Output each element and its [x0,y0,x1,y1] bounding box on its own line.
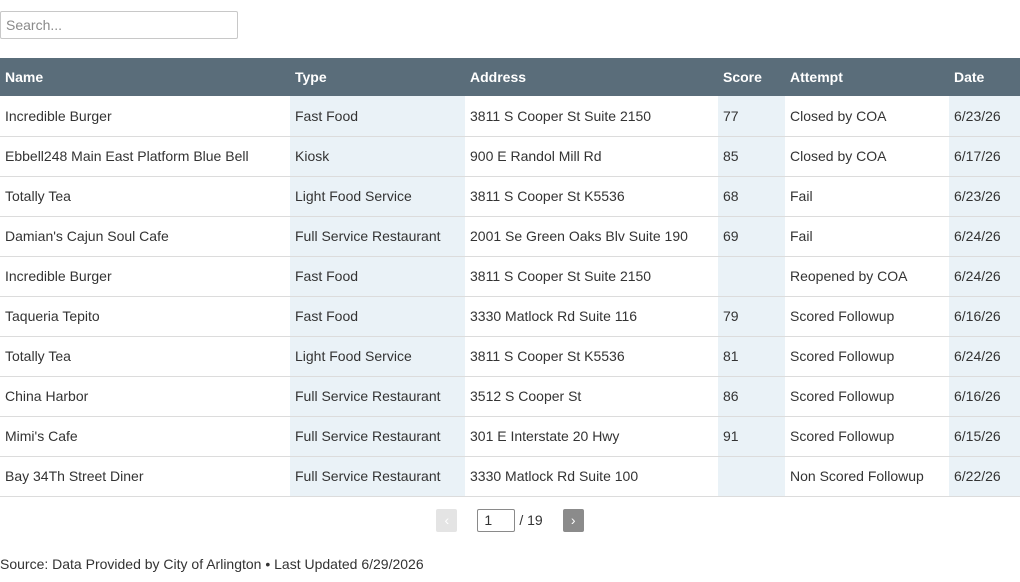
search-container [0,11,238,39]
inspection-table: Name Type Address Score Attempt Date Inc… [0,58,1020,497]
column-header-score[interactable]: Score [718,58,785,96]
cell-name: Totally Tea [0,336,290,377]
cell-attempt: Non Scored Followup [785,456,949,497]
cell-score: 85 [718,136,785,177]
cell-type: Full Service Restaurant [290,456,465,497]
cell-name: Taqueria Tepito [0,296,290,337]
cell-score: 69 [718,216,785,257]
page-number-input[interactable] [477,508,516,532]
table-row[interactable]: Ebbell248 Main East Platform Blue Bell Ki… [0,136,1020,177]
cell-attempt: Fail [785,216,949,257]
cell-address: 3811 S Cooper St Suite 2150 [465,96,718,137]
table-row[interactable]: China Harbor Full Service Restaurant 3512 … [0,376,1020,417]
cell-date: 6/23/26 [949,96,1020,137]
cell-score: 79 [718,296,785,337]
cell-address: 301 E Interstate 20 Hwy [465,416,718,457]
table-row[interactable]: Incredible Burger Fast Food 3811 S Cooper … [0,96,1020,137]
cell-attempt: Scored Followup [785,336,949,377]
cell-date: 6/16/26 [949,376,1020,417]
cell-address: 3512 S Cooper St [465,376,718,417]
cell-name: Totally Tea [0,176,290,217]
cell-address: 3330 Matlock Rd Suite 116 [465,296,718,337]
cell-address: 900 E Randol Mill Rd [465,136,718,177]
table-row[interactable]: Mimi's Cafe Full Service Restaurant 301 E … [0,416,1020,457]
table-row[interactable]: Bay 34Th Street Diner Full Service Restau… [0,456,1020,497]
cell-name: Ebbell248 Main East Platform Blue Bell [0,136,290,177]
cell-address: 3811 S Cooper St Suite 2150 [465,256,718,297]
page-total-label: / 19 [519,512,543,528]
pagination: ‹ / 19 › [0,508,1020,532]
cell-name: Damian's Cajun Soul Cafe [0,216,290,257]
column-header-address[interactable]: Address [465,58,718,96]
cell-name: Incredible Burger [0,96,290,137]
cell-type: Full Service Restaurant [290,376,465,417]
cell-score [718,256,785,297]
cell-date: 6/24/26 [949,336,1020,377]
cell-attempt: Scored Followup [785,376,949,417]
cell-address: 3330 Matlock Rd Suite 100 [465,456,718,497]
cell-type: Fast Food [290,96,465,137]
next-page-button[interactable]: › [562,508,584,532]
cell-name: Incredible Burger [0,256,290,297]
cell-attempt: Scored Followup [785,416,949,457]
cell-attempt: Scored Followup [785,296,949,337]
column-header-date[interactable]: Date [949,58,1020,96]
cell-score: 68 [718,176,785,217]
cell-attempt: Closed by COA [785,96,949,137]
table-row[interactable]: Taqueria Tepito Fast Food 3330 Matlock Rd … [0,296,1020,337]
source-footer: Source: Data Provided by City of Arlingt… [0,556,424,572]
cell-type: Full Service Restaurant [290,216,465,257]
cell-type: Light Food Service [290,336,465,377]
table-body: Incredible Burger Fast Food 3811 S Cooper … [0,96,1020,497]
cell-name: Bay 34Th Street Diner [0,456,290,497]
cell-score: 81 [718,336,785,377]
cell-type: Fast Food [290,256,465,297]
cell-date: 6/15/26 [949,416,1020,457]
cell-date: 6/17/26 [949,136,1020,177]
cell-date: 6/24/26 [949,256,1020,297]
table-row[interactable]: Totally Tea Light Food Service 3811 S Coop… [0,176,1020,217]
search-input[interactable] [0,11,238,39]
cell-score: 91 [718,416,785,457]
cell-date: 6/16/26 [949,296,1020,337]
cell-name: Mimi's Cafe [0,416,290,457]
cell-address: 3811 S Cooper St K5536 [465,176,718,217]
cell-score [718,456,785,497]
cell-date: 6/23/26 [949,176,1020,217]
cell-date: 6/22/26 [949,456,1020,497]
table-row[interactable]: Incredible Burger Fast Food 3811 S Cooper … [0,256,1020,297]
table-header: Name Type Address Score Attempt Date [0,58,1020,96]
cell-attempt: Closed by COA [785,136,949,177]
cell-address: 2001 Se Green Oaks Blv Suite 190 [465,216,718,257]
cell-type: Kiosk [290,136,465,177]
cell-score: 86 [718,376,785,417]
cell-type: Light Food Service [290,176,465,217]
cell-name: China Harbor [0,376,290,417]
cell-attempt: Fail [785,176,949,217]
column-header-name[interactable]: Name [0,58,290,96]
cell-score: 77 [718,96,785,137]
cell-type: Fast Food [290,296,465,337]
cell-address: 3811 S Cooper St K5536 [465,336,718,377]
cell-date: 6/24/26 [949,216,1020,257]
table-row[interactable]: Damian's Cajun Soul Cafe Full Service Res… [0,216,1020,257]
column-header-type[interactable]: Type [290,58,465,96]
prev-page-button[interactable]: ‹ [436,508,458,532]
cell-type: Full Service Restaurant [290,416,465,457]
cell-attempt: Reopened by COA [785,256,949,297]
table-row[interactable]: Totally Tea Light Food Service 3811 S Coop… [0,336,1020,377]
column-header-attempt[interactable]: Attempt [785,58,949,96]
